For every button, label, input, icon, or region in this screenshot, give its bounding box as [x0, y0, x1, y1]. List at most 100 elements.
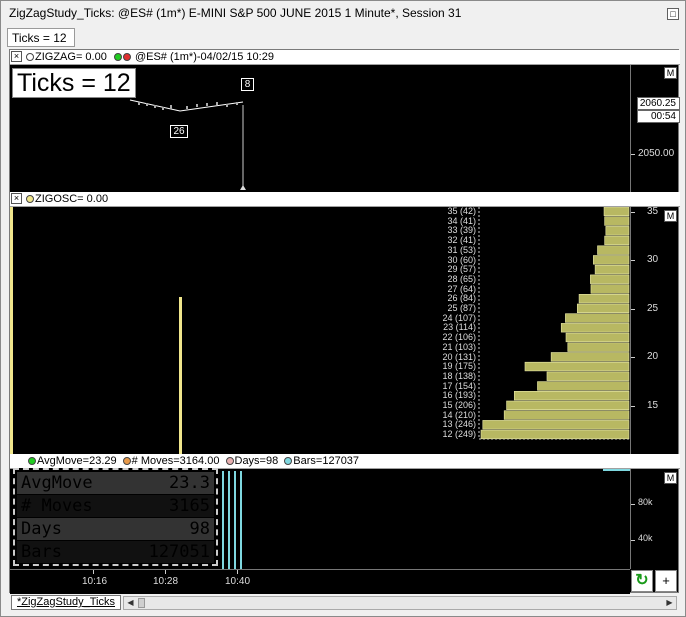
profile-label: 14 (210) [442, 409, 476, 420]
horizontal-scrollbar[interactable]: ◀ ▶ [123, 596, 677, 610]
pane1-header: × ZIGZAG= 0.00 @ES# (1m*)-04/02/15 10:29 [10, 50, 680, 65]
y-tick-mark [631, 260, 635, 262]
pane1-axis-line [630, 65, 631, 192]
add-pane-button[interactable]: + [655, 570, 677, 592]
pane2-y-tick: 35 [647, 205, 659, 217]
pane1-study-label: ZIGZAG= 0.00 [35, 51, 107, 63]
stats-panel: AvgMove 23.3 # Moves 3165 Days 98 Bars 1… [13, 468, 218, 566]
profile-label: 22 (106) [442, 332, 476, 343]
green-dot-icon [113, 53, 122, 61]
zigzag-dot-icon [26, 53, 34, 61]
cursor-marker [240, 185, 246, 190]
current-price-label: 2060.25 [637, 97, 680, 110]
y-tick-mark [631, 405, 635, 407]
time-label-1028: 10:28 [153, 576, 179, 587]
pane1-symbol-label: @ES# (1m*)-04/02/15 10:29 [134, 51, 274, 63]
pane2-y-tick: 20 [647, 351, 659, 363]
stat-label: # Moves [21, 496, 93, 516]
volume-bar [222, 471, 224, 569]
refresh-icon[interactable]: ↻ [631, 570, 653, 592]
time-label-1016: 10:16 [82, 576, 108, 587]
pane3-y-tick-40k: 40k [638, 533, 653, 543]
y-tick-mark [631, 357, 635, 359]
pane3-axis-line [630, 469, 631, 569]
y-tick-mark [631, 504, 635, 505]
avgmove-header: AvgMove=23.29 [37, 455, 117, 467]
volume-bar [240, 471, 242, 569]
x-tick-mark [165, 570, 166, 574]
profile-label: 24 (107) [442, 312, 476, 323]
stat-value: 23.3 [169, 473, 210, 493]
pane2-y-tick: 30 [647, 254, 659, 266]
price-bar [236, 102, 238, 105]
app-window: ZigZagStudy_Ticks: @ES# (1m*) E-MINI S&P… [0, 0, 686, 617]
days-dot-icon [225, 457, 234, 465]
time-label-1040: 10:40 [225, 576, 251, 587]
pane2-y-tick: 25 [647, 302, 659, 314]
profile-label: 30 (60) [447, 254, 476, 265]
price-plot [129, 99, 246, 190]
profile-label: 21 (103) [442, 341, 476, 352]
price-bar [226, 104, 228, 107]
stat-label: AvgMove [21, 473, 93, 493]
days-header: Days=98 [234, 455, 279, 467]
pane2-header: × ZIGOSC= 0.00 [10, 192, 680, 207]
time-axis: 10:16 10:28 10:40 [10, 569, 630, 594]
pane1-y-tick: 2050.00 [638, 148, 675, 159]
profile-label: 16 (193) [442, 390, 476, 401]
title-bar: ZigZagStudy_Ticks: @ES# (1m*) E-MINI S&P… [1, 1, 685, 25]
stat-row-bars: Bars 127051 [17, 541, 214, 563]
profile-label: 29 (57) [447, 264, 476, 275]
bars-header: Bars=127037 [293, 455, 360, 467]
tab-zigzagstudy-ticks[interactable]: *ZigZagStudy_Ticks [11, 595, 121, 610]
chart-area[interactable]: × ZIGZAG= 0.00 @ES# (1m*)-04/02/15 10:29… [9, 49, 680, 594]
x-tick-mark [93, 570, 94, 574]
profile-label: 25 (87) [447, 303, 476, 313]
stat-row-avgmove: AvgMove 23.3 [17, 472, 214, 494]
y-tick-mark [631, 154, 635, 155]
red-dot-icon [122, 53, 131, 61]
price-bar [162, 107, 164, 110]
stat-value: 98 [189, 519, 210, 539]
stat-row-days: Days 98 [17, 518, 214, 540]
avgmove-dot-icon [28, 457, 36, 465]
price-bars [138, 102, 238, 110]
tab-strip: *ZigZagStudy_Ticks ◀ ▶ [9, 595, 679, 611]
moves-dot-icon [122, 457, 131, 465]
volume-bar [228, 471, 230, 569]
x-tick-mark [237, 570, 238, 574]
stat-label: Days [21, 519, 62, 539]
window-title: ZigZagStudy_Ticks: @ES# (1m*) E-MINI S&P… [9, 6, 462, 20]
pane2-study-label: ZIGOSC= 0.00 [35, 193, 109, 205]
volume-bars [222, 471, 242, 569]
y-tick-mark [631, 540, 635, 541]
price-bar [186, 106, 188, 109]
profile-label: 32 (41) [447, 235, 476, 246]
profile-label: 28 (65) [447, 273, 476, 284]
ticks-tab[interactable]: Ticks = 12 [7, 28, 75, 47]
scroll-left-icon[interactable]: ◀ [124, 597, 137, 609]
price-bar [146, 103, 148, 106]
pane1-menu-button[interactable]: M [664, 67, 677, 79]
price-bar [138, 102, 140, 105]
pane2-y-tick: 15 [647, 399, 659, 411]
profile-label: 20 (131) [442, 351, 476, 362]
pane3-menu-button[interactable]: M [664, 472, 677, 484]
bar-timer-label: 00:54 [637, 110, 680, 123]
scroll-right-icon[interactable]: ▶ [663, 597, 676, 609]
stat-row-moves: # Moves 3165 [17, 495, 214, 517]
close-pane1-icon[interactable]: × [11, 51, 22, 62]
profile-label: 12 (249) [442, 429, 476, 440]
profile-label: 18 (138) [442, 370, 476, 381]
profile-label: 26 (84) [447, 293, 476, 304]
restore-icon[interactable]: □ [667, 8, 679, 20]
scroll-thumb[interactable] [138, 598, 145, 608]
profile-label: 19 (175) [442, 361, 476, 372]
close-pane2-icon[interactable]: × [11, 193, 22, 204]
profile-label: 17 (154) [442, 380, 476, 391]
y-tick-mark [631, 308, 635, 310]
profile-label: 31 (53) [447, 244, 476, 255]
pane3-header: AvgMove=23.29 # Moves=3164.00 Days=98 Ba… [10, 454, 680, 469]
pane2-y-axis: 35 30 25 20 15 [630, 205, 680, 454]
profile-label: 13 (246) [442, 419, 476, 430]
